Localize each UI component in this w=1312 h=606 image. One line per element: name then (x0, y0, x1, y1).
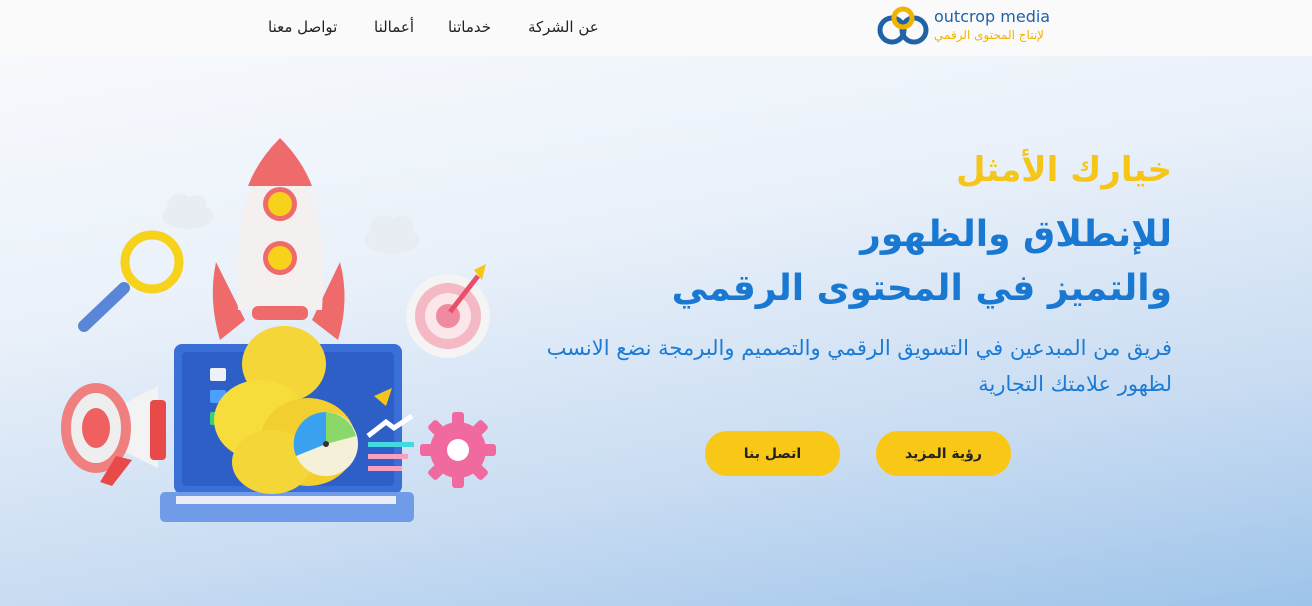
hero-title-line2: والتميز في المحتوى الرقمي (671, 268, 1172, 309)
logo-name: outcrop media (934, 7, 1051, 26)
logo-rings-icon (877, 6, 929, 45)
hero-illustration (61, 138, 496, 522)
site-logo[interactable]: outcrop media لإنتاج المحتوى الرقمي (876, 6, 1066, 50)
target-icon (406, 264, 490, 358)
logo-tagline: لإنتاج المحتوى الرقمي (934, 28, 1045, 42)
contact-us-button[interactable]: اتصل بنا (705, 431, 840, 476)
site-header: outcrop media لإنتاج المحتوى الرقمي عن ا… (0, 0, 1312, 56)
magnifier-icon (78, 230, 184, 332)
hero-description: فريق من المبدعين في التسويق الرقمي والتص… (546, 336, 1172, 396)
nav-works[interactable]: أعمالنا (374, 18, 414, 36)
gear-icon (420, 412, 496, 488)
nav-services[interactable]: خدماتنا (448, 18, 491, 36)
nav-contact[interactable]: تواصل معنا (268, 18, 337, 36)
hero-title-line1: للإنطلاق والظهور (860, 214, 1172, 255)
nav-about[interactable]: عن الشركة (528, 18, 599, 36)
megaphone-icon (61, 383, 166, 486)
hero-eyebrow: خيارك الأمثل (956, 150, 1172, 190)
see-more-button[interactable]: رؤية المزيد (876, 431, 1011, 476)
pie-chart-icon (293, 411, 358, 476)
